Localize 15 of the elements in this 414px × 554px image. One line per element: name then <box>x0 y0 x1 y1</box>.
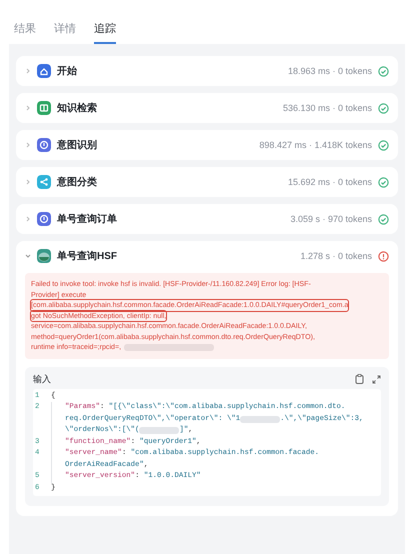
step-name: 单号查询HSF <box>57 250 118 263</box>
panel-title: 输入 <box>33 372 52 386</box>
step-stats: 18.963 ms · 0 tokens <box>288 66 372 76</box>
tab[interactable]: 结果 <box>14 20 36 44</box>
step-stats: 898.427 ms · 1.418K tokens <box>259 140 372 150</box>
step-name: 意图分类 <box>57 176 98 189</box>
step-name: 单号查询订单 <box>57 212 118 226</box>
step-name: 意图识别 <box>57 138 98 152</box>
step-stats: 536.130 ms · 0 tokens <box>282 103 372 113</box>
step-name: 知识检索 <box>57 102 98 115</box>
tab[interactable]: 详情 <box>54 20 76 44</box>
step-stats: 3.059 s · 970 tokens <box>290 214 372 224</box>
step-name: 开始 <box>57 64 78 78</box>
step-stats: 15.692 ms · 0 tokens <box>288 177 372 187</box>
step-stats: 1.278 s · 0 tokens <box>300 251 372 261</box>
